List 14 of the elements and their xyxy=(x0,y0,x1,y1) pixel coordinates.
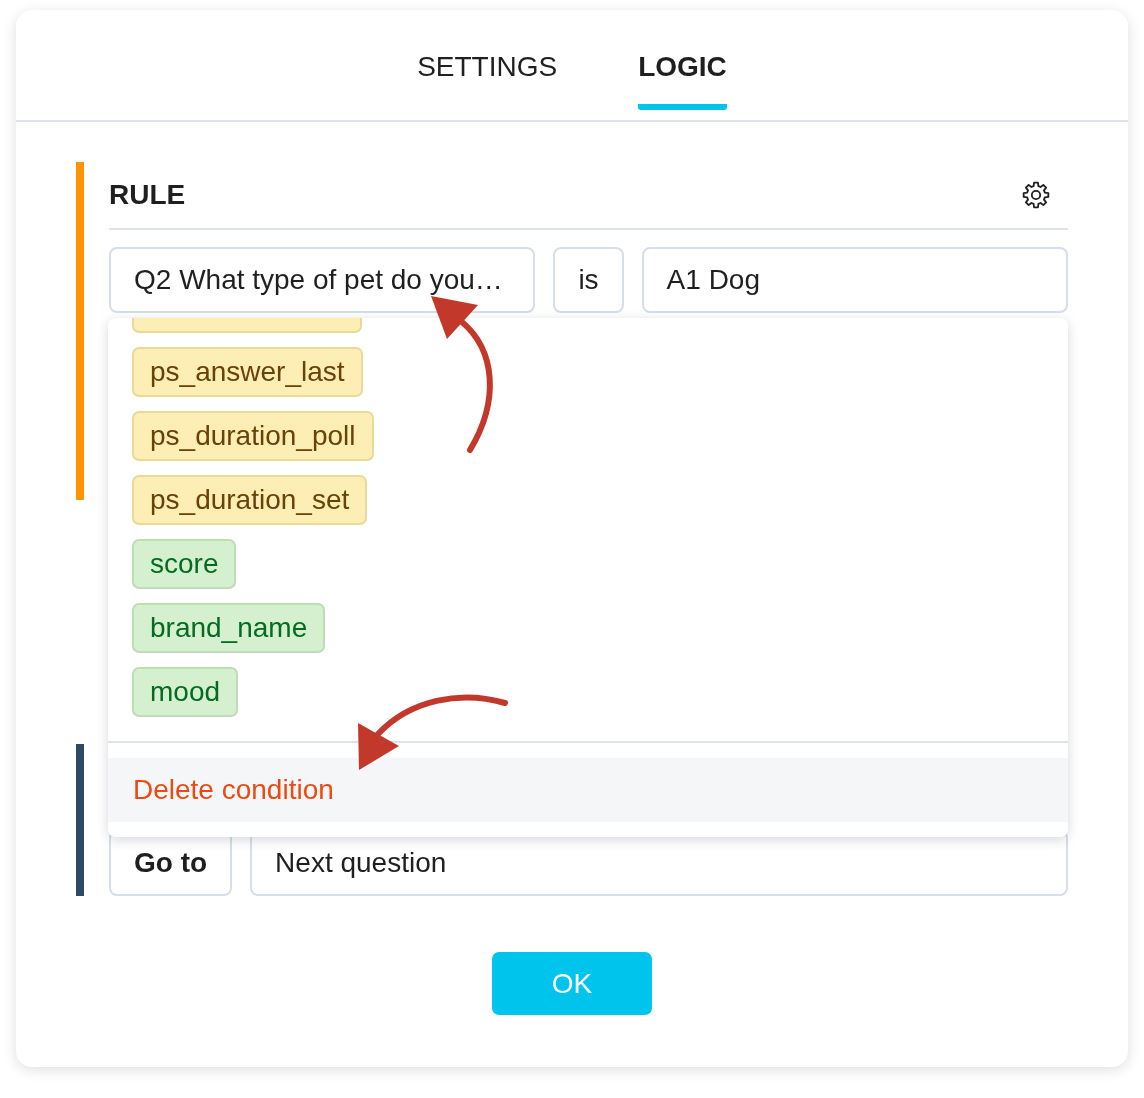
tab[interactable]: LOGIC xyxy=(638,10,727,110)
delete-condition-item[interactable]: Delete condition xyxy=(108,758,1068,822)
operator-select[interactable]: is xyxy=(553,247,624,313)
variable-option[interactable]: ps_duration_poll xyxy=(132,411,374,461)
variable-option[interactable]: score xyxy=(132,539,237,589)
tab[interactable]: SETTINGS xyxy=(417,10,558,110)
settings-icon[interactable] xyxy=(1022,181,1050,209)
rule-title: RULE xyxy=(109,179,186,211)
variable-option[interactable]: ps_duration_set xyxy=(132,475,368,525)
question-select[interactable]: Q2 What type of pet do you… xyxy=(109,247,536,313)
variable-option[interactable]: mood xyxy=(132,667,239,717)
answer-select[interactable]: A1 Dog xyxy=(641,247,1068,313)
variable-option[interactable]: ps_answer_last xyxy=(132,347,363,397)
variable-option[interactable]: brand_name xyxy=(132,603,326,653)
